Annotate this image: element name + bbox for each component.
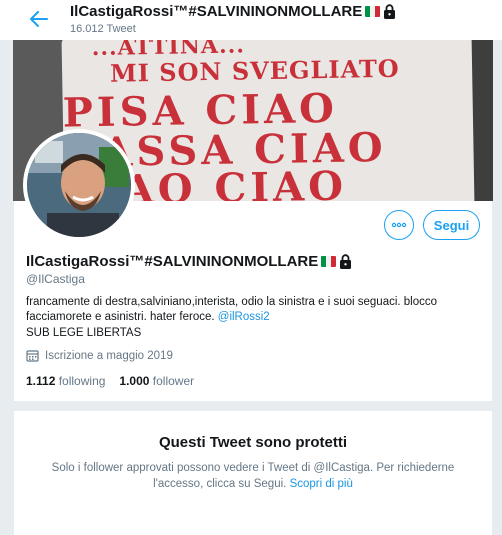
lock-icon — [384, 4, 396, 19]
protected-title: Questi Tweet sono protetti — [158, 434, 348, 451]
italy-flag-icon — [365, 6, 381, 17]
follow-button[interactable]: Segui — [423, 210, 480, 240]
profile-header-bar: IlCastigaRossi™#SALVININONMOLLARE 16.012… — [0, 0, 502, 40]
header-name: IlCastigaRossi™#SALVININONMOLLARE — [70, 3, 363, 20]
protected-text: Solo i follower approvati possono vedere… — [51, 462, 455, 490]
avatar-photo — [27, 133, 131, 237]
more-button[interactable] — [384, 210, 414, 240]
arrow-left-icon — [30, 11, 48, 27]
lock-icon — [340, 254, 352, 269]
profile-bio: francamente di destra,salviniano,interis… — [26, 295, 466, 325]
section-divider — [13, 401, 493, 411]
followers-link[interactable]: 1.000 follower — [119, 374, 194, 388]
join-date-text: Iscrizione a maggio 2019 — [45, 349, 173, 362]
profile-handle: @IlCastiga — [26, 272, 85, 286]
follower-label: follower — [152, 374, 195, 388]
tweet-count: 16.012 Tweet — [70, 23, 136, 35]
profile-motto: SUB LEGE LIBERTAS — [26, 327, 142, 339]
back-button[interactable] — [26, 6, 52, 32]
following-link[interactable]: 1.112 following — [26, 374, 105, 388]
following-label: following — [58, 374, 106, 388]
learn-more-link[interactable]: Scopri di più — [290, 478, 353, 490]
header-title: IlCastigaRossi™#SALVININONMOLLARE — [70, 3, 396, 20]
following-count: 1.112 — [26, 374, 56, 388]
follow-stats: 1.112 following 1.000 follower — [26, 374, 194, 388]
calendar-icon — [26, 350, 39, 362]
italy-flag-icon — [321, 256, 337, 267]
more-icon — [391, 222, 407, 228]
banner-text-line: MI SON SVEGLIATO — [109, 53, 400, 88]
bio-mention-link[interactable]: @ilRossi2 — [218, 311, 270, 323]
profile-name: IlCastigaRossi™#SALVININONMOLLARE — [26, 253, 352, 270]
protected-message: Solo i follower approvati possono vedere… — [40, 460, 466, 492]
join-date: Iscrizione a maggio 2019 — [26, 349, 173, 362]
profile-name-text: IlCastigaRossi™#SALVININONMOLLARE — [26, 253, 319, 270]
follower-count: 1.000 — [119, 374, 150, 388]
avatar[interactable] — [23, 129, 135, 241]
